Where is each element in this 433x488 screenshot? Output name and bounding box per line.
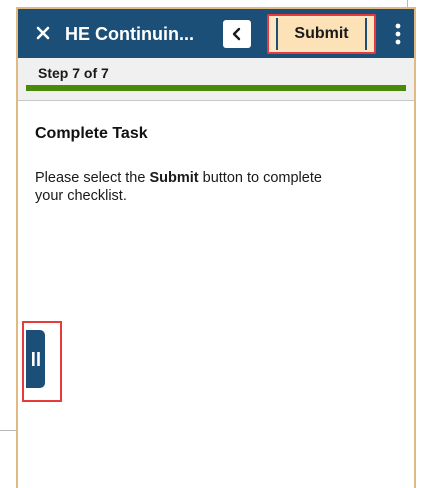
chevron-left-icon xyxy=(232,27,241,41)
mobile-frame: HE Continuin... Submit Step 7 of 7 Compl… xyxy=(16,7,416,488)
more-options-button[interactable] xyxy=(388,19,408,49)
instruction-text-start: Please select the xyxy=(35,170,150,186)
app-header: HE Continuin... Submit xyxy=(18,9,414,58)
side-panel-toggle[interactable] xyxy=(26,330,45,388)
submit-button-label: Submit xyxy=(276,18,367,50)
close-button[interactable] xyxy=(32,21,54,45)
submit-button[interactable]: Submit xyxy=(267,14,376,54)
back-button[interactable] xyxy=(223,20,251,48)
pause-icon xyxy=(31,352,40,366)
step-progress-bar: Step 7 of 7 xyxy=(18,58,414,101)
page-title: HE Continuin... xyxy=(65,24,194,44)
progress-track xyxy=(26,85,406,91)
side-panel-highlight xyxy=(22,321,62,402)
section-heading: Complete Task xyxy=(35,125,148,142)
step-label: Step 7 of 7 xyxy=(38,65,109,81)
instruction-text: Please select the Submit button to compl… xyxy=(35,169,335,205)
close-icon xyxy=(36,26,50,40)
instruction-text-bold: Submit xyxy=(149,170,199,186)
progress-fill xyxy=(26,85,406,91)
more-vertical-icon xyxy=(395,23,401,45)
